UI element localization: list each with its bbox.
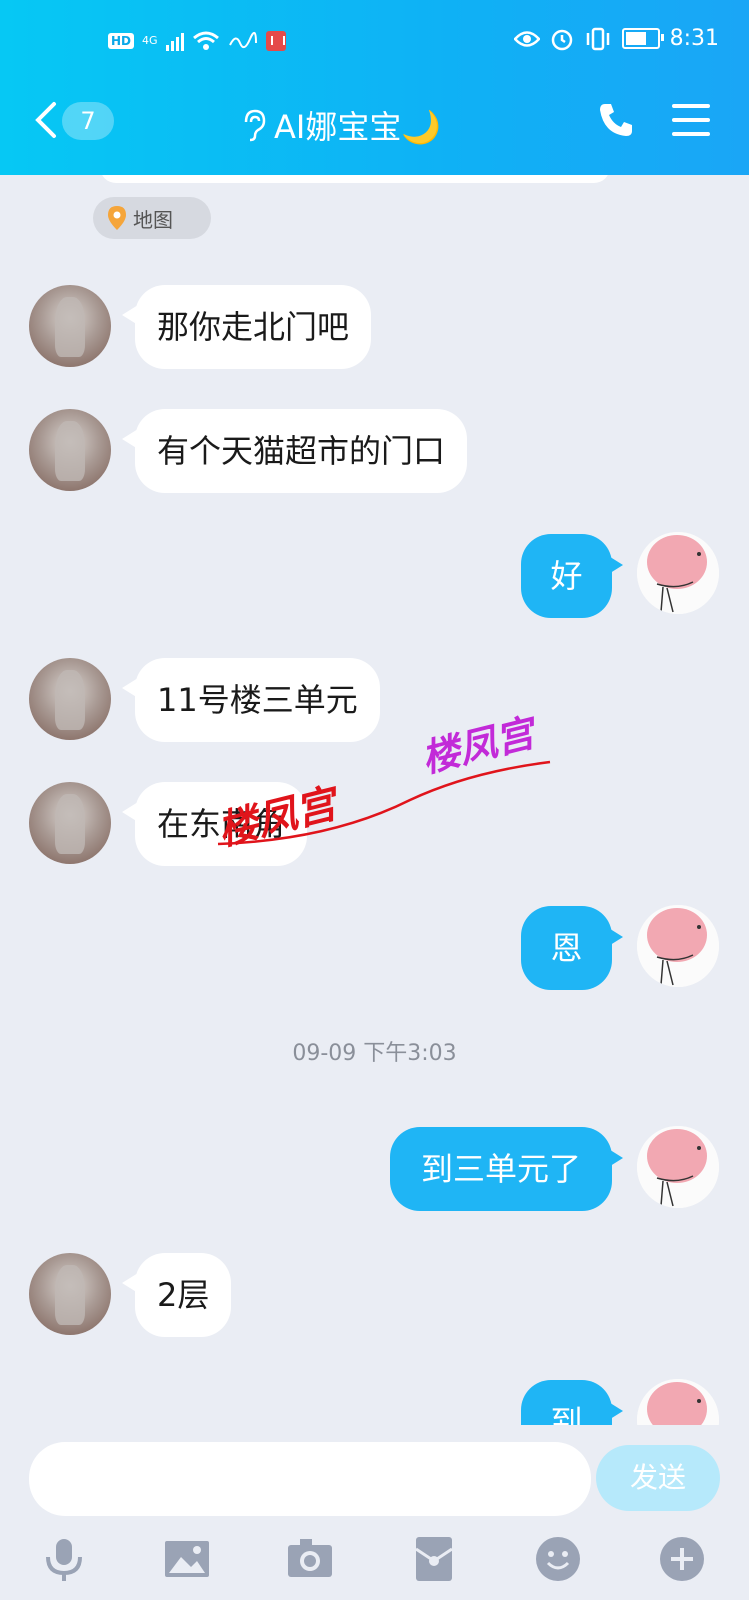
signature-icon [228,32,257,49]
camera-icon[interactable] [286,1535,334,1583]
vibrate-icon [586,27,609,50]
network-type: 4G [142,34,158,47]
image-icon[interactable] [163,1535,211,1583]
nav-bar: 7 AI娜宝宝🌙 [0,90,749,160]
my-avatar[interactable] [637,532,719,614]
message-input[interactable] [29,1442,591,1516]
message-bubble[interactable]: 到 [521,1380,612,1425]
contact-avatar[interactable] [29,658,111,740]
message-bubble[interactable]: 好 [521,534,612,618]
message-bubble[interactable]: 那你走北门吧 [135,285,372,369]
chat-title: AI娜宝宝🌙 [274,108,442,146]
alarm-icon [551,29,572,50]
red-packet-icon[interactable] [410,1535,458,1583]
map-label: 地图 [133,207,173,232]
eye-icon [513,30,540,47]
battery-icon [621,28,664,49]
wifi-icon [192,31,219,50]
input-bar: 发送 [0,1425,749,1600]
bubble-tail [607,1148,623,1168]
menu-icon[interactable] [672,104,710,136]
plus-icon[interactable] [658,1535,706,1583]
map-chip[interactable]: 地图 [93,197,211,239]
contact-avatar[interactable] [29,782,111,864]
phone-call-icon[interactable] [596,100,636,140]
contact-avatar[interactable] [29,1253,111,1335]
book-icon [265,31,286,51]
location-pin-icon [108,206,126,230]
contact-avatar[interactable] [29,285,111,367]
bubble-tail [607,555,623,575]
emoji-icon[interactable] [534,1535,582,1583]
unread-count-badge[interactable]: 7 [62,102,114,140]
status-bar: HD 4G 8:31 [0,22,749,62]
my-avatar[interactable] [637,905,719,987]
my-avatar[interactable] [637,1379,719,1425]
back-chevron-icon[interactable] [32,100,62,140]
signal-icon [165,31,184,51]
message-bubble[interactable]: 恩 [521,906,612,990]
chat-title-area[interactable]: AI娜宝宝🌙 [240,102,441,148]
bubble-tail [607,1401,623,1421]
message-bubble[interactable]: 有个天猫超市的门口 [135,409,468,493]
message-bubble[interactable]: 11号楼三单元 [135,658,380,742]
contact-avatar[interactable] [29,409,111,491]
message-bubble[interactable]: 到三单元了 [390,1127,612,1211]
chat-area[interactable]: 地图 那你走北门吧 有个天猫超市的门口 好 11号楼三单元 在东南角 恩 09-… [0,175,749,1425]
hd-label: HD [108,33,135,49]
header-bar: HD 4G 8:31 7 AI娜宝宝🌙 [0,0,749,175]
clock-time: 8:31 [669,26,719,51]
bubble-tail [607,927,623,947]
timestamp: 09-09 下午3:03 [292,1041,457,1066]
ear-icon [244,109,266,142]
my-avatar[interactable] [637,1126,719,1208]
previous-message-card[interactable] [100,175,610,183]
send-button[interactable]: 发送 [596,1445,720,1511]
microphone-icon[interactable] [40,1535,88,1583]
message-bubble[interactable]: 2层 [135,1253,232,1337]
